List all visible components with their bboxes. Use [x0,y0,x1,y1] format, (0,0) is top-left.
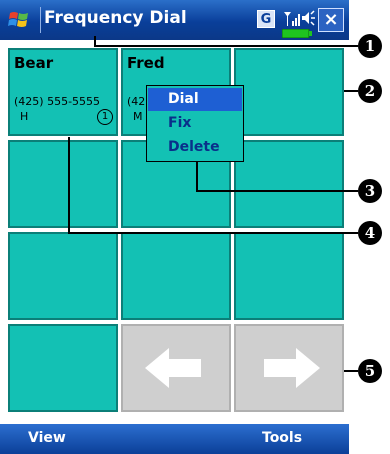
callout-line-3-v [196,162,198,191]
data-connection-icon[interactable]: G [257,10,275,28]
callout-line-5 [344,370,358,372]
callout-line-1-tick [94,36,96,47]
menu-item-delete[interactable]: Delete [148,136,242,159]
page-title: Frequency Dial [44,8,187,28]
callout-4: 4 [358,221,382,245]
title-separator [40,7,41,33]
contact-name: Fred [127,54,165,72]
callout-line-4-h [68,232,358,234]
previous-page-button[interactable] [121,324,231,412]
callout-5: 5 [358,359,382,383]
contact-phone: (425) 555-5555 [14,95,101,108]
contact-phone: (42 [127,95,146,108]
speaker-icon[interactable] [301,9,317,29]
speed-dial-cell-empty[interactable] [234,48,344,136]
speed-dial-cell-empty[interactable] [8,140,118,228]
speed-dial-index: 1 [97,109,113,125]
signal-icon[interactable] [282,9,302,29]
speed-dial-cell-empty[interactable] [234,232,344,320]
tools-menu[interactable]: Tools [262,430,302,446]
speed-dial-cell-bear[interactable]: Bear (425) 555-5555 H 1 [8,48,118,136]
menu-item-dial[interactable]: Dial [148,88,242,111]
callout-3: 3 [358,179,382,203]
title-bar: Frequency Dial G × [0,0,349,40]
windows-start-icon[interactable] [8,9,30,31]
context-menu: Dial Fix Delete [146,85,244,162]
battery-icon [282,29,312,38]
speed-dial-cell-empty[interactable] [121,232,231,320]
contact-name: Bear [14,54,54,72]
menu-bar: View Tools [0,424,349,454]
next-page-button[interactable] [234,324,344,412]
callout-1: 1 [358,34,382,58]
speed-dial-cell-empty[interactable] [234,140,344,228]
speed-dial-cell-empty[interactable] [8,232,118,320]
menu-item-fix[interactable]: Fix [148,112,242,135]
phone-type: H [20,110,29,123]
callout-2: 2 [358,79,382,103]
callout-line-1 [94,45,358,47]
right-arrow-icon [264,348,320,388]
callout-line-4-v [68,137,70,233]
phone-type: M [133,110,143,123]
view-menu[interactable]: View [28,430,66,446]
callout-line-3-h [196,190,358,192]
left-arrow-icon [145,348,201,388]
close-button[interactable]: × [318,8,344,32]
callout-line-2 [344,90,358,92]
speed-dial-cell-empty[interactable] [8,324,118,412]
